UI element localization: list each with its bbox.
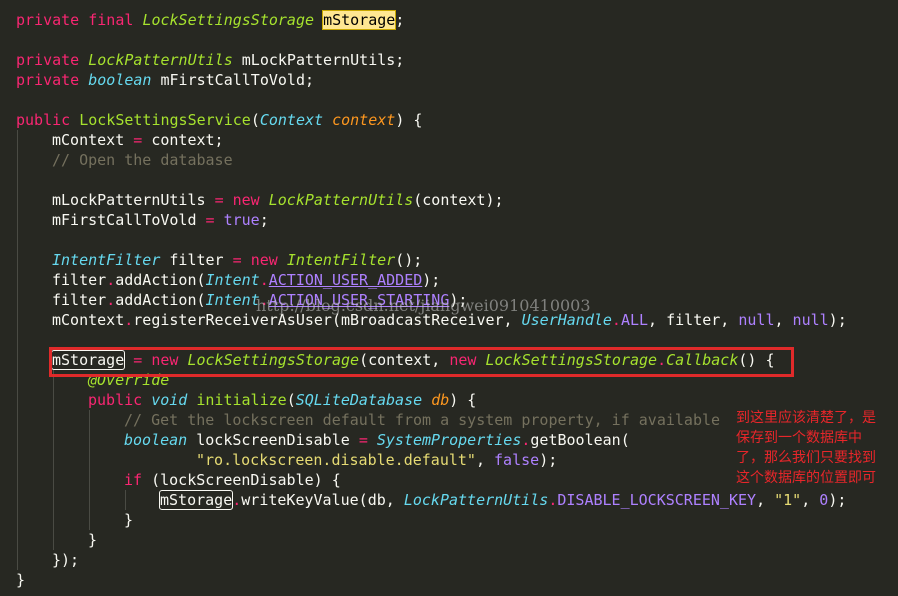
indent-guide	[53, 370, 54, 550]
code-line: private final LockSettingsStorage mStora…	[16, 10, 405, 30]
code-line: }	[124, 511, 134, 529]
code-line: boolean lockScreenDisable = SystemProper…	[124, 431, 630, 449]
code-comment: // Open the database	[52, 151, 233, 169]
indent-guide	[17, 130, 18, 570]
code-line: private boolean mFirstCallToVold;	[16, 71, 315, 89]
note-line: 到这里应该清楚了，是	[736, 410, 876, 426]
note-line: 了，那么我们只要找到	[736, 450, 876, 466]
note-line: 保存到一个数据库中	[736, 430, 862, 446]
code-line: mContext = context;	[52, 131, 224, 149]
code-line: "ro.lockscreen.disable.default", false);	[196, 451, 558, 469]
search-highlight-mstorage: mStorage	[322, 10, 397, 30]
code-comment: // Get the lockscreen default from a sys…	[124, 411, 721, 429]
code-line: private LockPatternUtils mLockPatternUti…	[16, 51, 405, 69]
code-line: mLockPatternUtils = new LockPatternUtils…	[52, 191, 504, 209]
code-line: IntentFilter filter = new IntentFilter()…	[52, 251, 423, 269]
keyword: private final	[16, 11, 134, 29]
code-line: }	[16, 571, 26, 589]
indent-guide	[125, 490, 126, 510]
code-line: mStorage.writeKeyValue(db, LockPatternUt…	[158, 490, 847, 510]
watermark-url: http://blog.csdn.net/jiangwei0910410003	[256, 296, 591, 315]
type-name: LockSettingsStorage	[142, 11, 315, 29]
code-line: mFirstCallToVold = true;	[52, 211, 269, 229]
code-line: });	[52, 551, 80, 569]
code-line: public void initialize(SQLiteDatabase db…	[88, 391, 477, 409]
code-line: filter.addAction(Intent.ACTION_USER_ADDE…	[52, 271, 441, 289]
note-line: 这个数据库的位置即可	[736, 470, 876, 486]
code-line: }	[88, 531, 98, 549]
boxed-mstorage: mStorage	[158, 490, 234, 510]
indent-guide	[89, 410, 90, 530]
annotation-note: 到这里应该清楚了，是 保存到一个数据库中 了，那么我们只要找到 这个数据库的位置…	[736, 408, 898, 488]
code-line: if (lockScreenDisable) {	[124, 471, 341, 489]
code-editor[interactable]: private final LockSettingsStorage mStora…	[0, 0, 898, 596]
code-line: public LockSettingsService(Context conte…	[16, 111, 423, 129]
annotation-highlight-box	[49, 347, 794, 377]
